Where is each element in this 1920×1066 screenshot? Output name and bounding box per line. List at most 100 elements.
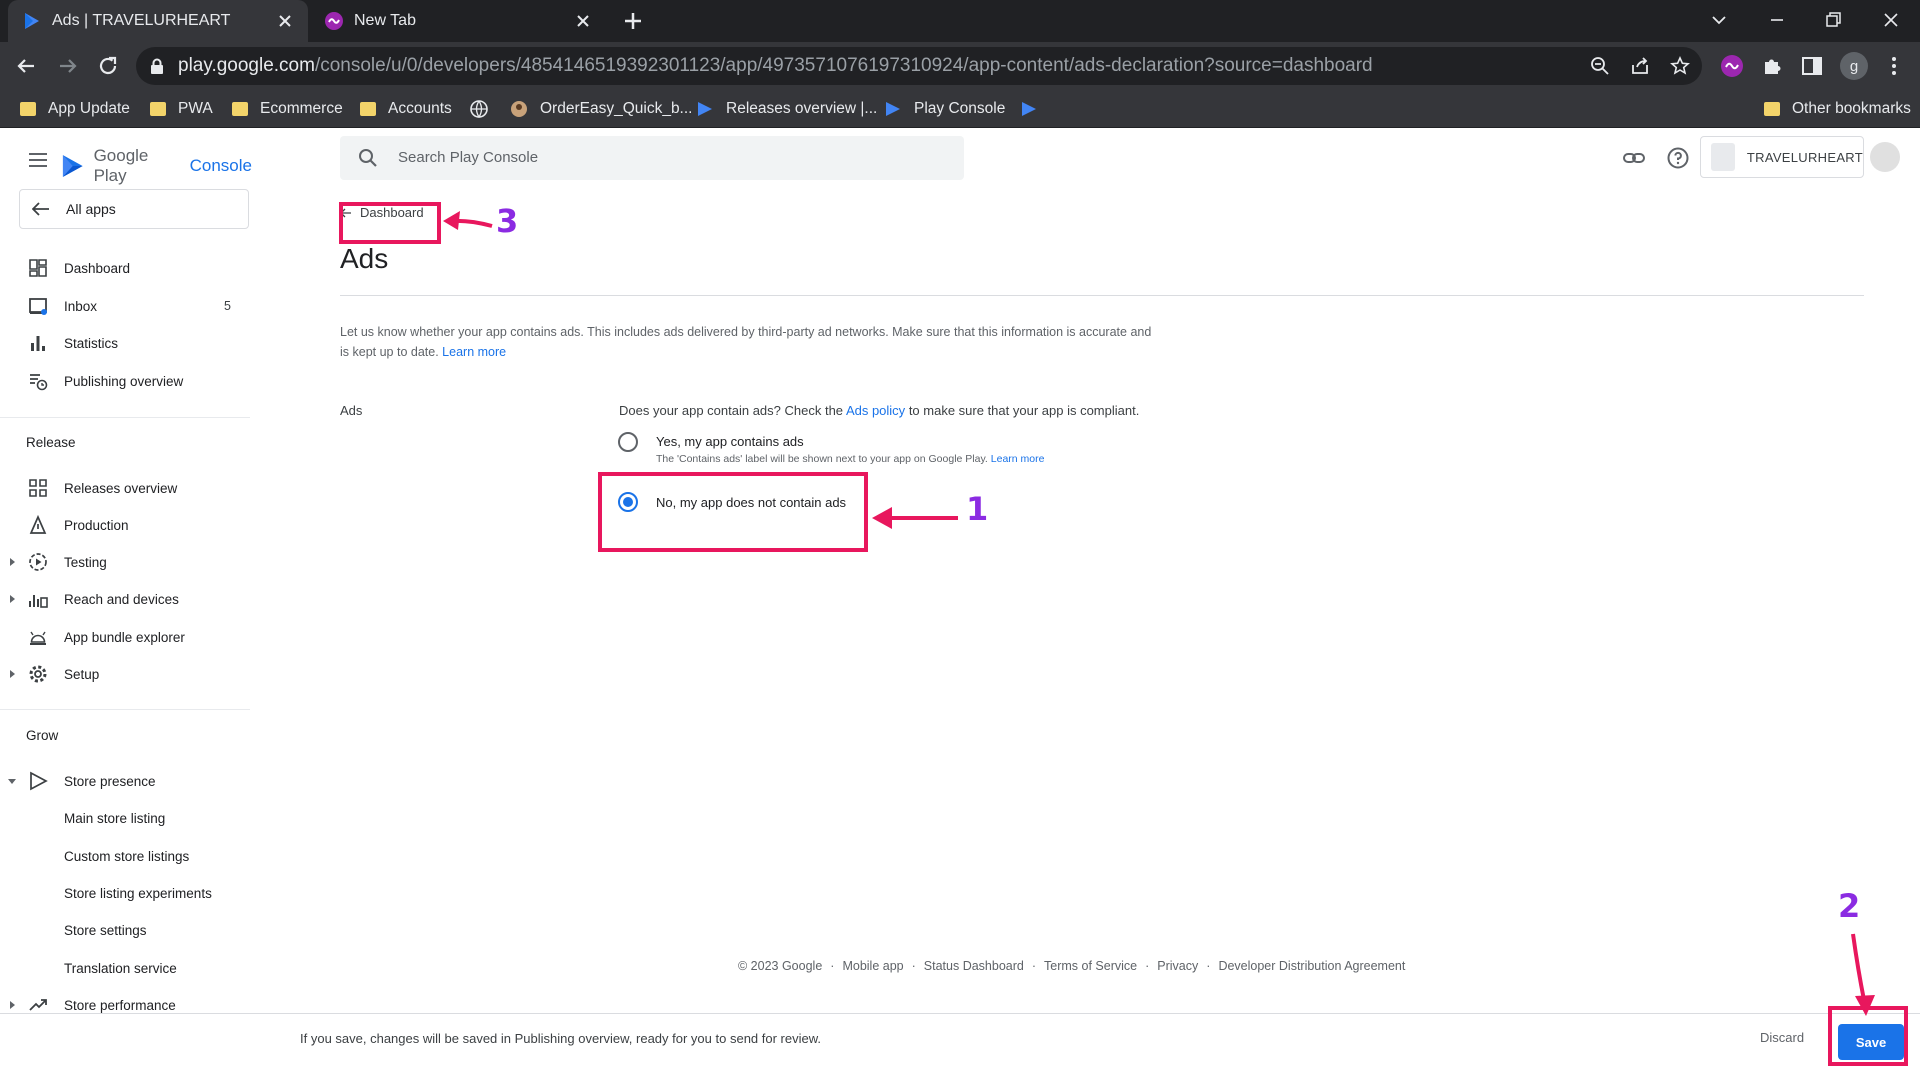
bookmark-releases-overview[interactable]: Releases overview |... xyxy=(696,90,877,128)
bookmark-ecommerce[interactable]: Ecommerce xyxy=(232,90,343,128)
bookmark-globe[interactable] xyxy=(470,90,500,128)
production-icon xyxy=(29,515,47,534)
app-icon xyxy=(1711,143,1735,171)
close-tab-icon[interactable] xyxy=(574,12,592,30)
sidebar-item-app-bundle-explorer[interactable]: App bundle explorer xyxy=(0,619,252,655)
sidebar-item-label: Releases overview xyxy=(64,480,178,496)
sidebar-item-inbox[interactable]: Inbox 5 xyxy=(0,288,252,324)
footer-link-terms[interactable]: Terms of Service xyxy=(1044,959,1137,973)
zoom-icon[interactable] xyxy=(1590,56,1610,76)
sidebar-item-releases-overview[interactable]: Releases overview xyxy=(0,470,252,506)
footer-link-privacy[interactable]: Privacy xyxy=(1157,959,1198,973)
extension-purple-icon[interactable] xyxy=(1720,54,1744,78)
reach-devices-icon xyxy=(29,595,48,608)
footer-separator: · xyxy=(911,959,916,973)
reload-icon[interactable] xyxy=(96,54,120,78)
sidebar-item-label: Main store listing xyxy=(64,810,166,826)
sidebar-item-main-store-listing[interactable]: Main store listing xyxy=(0,800,252,836)
profile-avatar[interactable]: g xyxy=(1840,52,1868,80)
footer-link-status-dashboard[interactable]: Status Dashboard xyxy=(924,959,1024,973)
lock-icon[interactable] xyxy=(150,58,164,74)
sidebar-item-publishing-overview[interactable]: Publishing overview xyxy=(0,363,252,399)
extensions-puzzle-icon[interactable] xyxy=(1760,54,1784,78)
sidebar-item-production[interactable]: Production xyxy=(0,507,252,543)
minimize-icon[interactable] xyxy=(1767,10,1787,30)
annotation-number-1: 1 xyxy=(966,490,989,528)
bookmark-other-bookmarks[interactable]: Other bookmarks xyxy=(1764,90,1911,128)
help-icon[interactable] xyxy=(1666,146,1690,170)
sidebar-item-statistics[interactable]: Statistics xyxy=(0,325,252,361)
app-bundle-icon xyxy=(30,631,46,645)
sidebar-item-store-presence[interactable]: Store presence xyxy=(0,763,252,799)
forward-icon[interactable] xyxy=(56,54,80,78)
sidebar-item-label: Reach and devices xyxy=(64,591,179,607)
footer-link-dda[interactable]: Developer Distribution Agreement xyxy=(1218,959,1405,973)
address-bar[interactable]: play.google.com/console/u/0/developers/4… xyxy=(136,47,1702,85)
bookmark-app-update[interactable]: App Update xyxy=(20,90,130,128)
inbox-icon xyxy=(29,298,47,315)
bookmark-accounts[interactable]: Accounts xyxy=(360,90,452,128)
link-icon[interactable] xyxy=(1622,146,1646,170)
bookmark-play-console[interactable]: Play Console xyxy=(884,90,1005,128)
side-panel-icon[interactable] xyxy=(1800,54,1824,78)
play-console-logo[interactable]: Google Play Console xyxy=(60,146,252,186)
sidebar-item-setup[interactable]: Setup xyxy=(0,656,252,692)
url-text: play.google.com/console/u/0/developers/4… xyxy=(178,55,1373,76)
sidebar-item-reach-and-devices[interactable]: Reach and devices xyxy=(0,581,252,617)
sidebar-item-dashboard[interactable]: Dashboard xyxy=(0,250,252,286)
sidebar-item-custom-store-listings[interactable]: Custom store listings xyxy=(0,838,252,874)
restore-icon[interactable] xyxy=(1823,10,1843,30)
sidebar-item-label: Dashboard xyxy=(64,260,131,276)
bookmark-ordereasy[interactable]: OrderEasy_Quick_b... xyxy=(510,90,692,128)
bookmark-star-icon[interactable] xyxy=(1670,56,1690,76)
close-window-icon[interactable] xyxy=(1881,10,1901,30)
sidebar-item-store-settings[interactable]: Store settings xyxy=(0,912,252,948)
search-input[interactable]: Search Play Console xyxy=(340,136,964,180)
back-icon[interactable] xyxy=(14,54,38,78)
tab-search-chevron-icon[interactable] xyxy=(1709,10,1729,30)
learn-more-link[interactable]: Learn more xyxy=(442,345,506,359)
sidebar-item-label: Store settings xyxy=(64,922,147,938)
radio-contains-ads-help: The 'Contains ads' label will be shown n… xyxy=(656,453,1044,465)
learn-more-link[interactable]: Learn more xyxy=(991,453,1045,465)
play-console-icon xyxy=(698,102,712,116)
bookmark-label: Accounts xyxy=(388,100,452,117)
sidebar-item-label: Production xyxy=(64,517,129,533)
dashboard-icon xyxy=(29,259,47,277)
expand-caret-icon[interactable] xyxy=(7,594,17,604)
hamburger-menu-icon[interactable] xyxy=(26,150,50,170)
radio-contains-ads[interactable] xyxy=(618,432,638,452)
bookmark-pwa[interactable]: PWA xyxy=(150,90,213,128)
footer-link-mobile-app[interactable]: Mobile app xyxy=(842,959,903,973)
footer-copyright: © 2023 Google xyxy=(738,959,823,973)
folder-icon xyxy=(20,102,36,116)
sidebar-item-testing[interactable]: Testing xyxy=(0,544,252,580)
play-console-icon xyxy=(25,13,39,29)
all-apps-button[interactable]: All apps xyxy=(19,189,249,229)
bookmark-label: OrderEasy_Quick_b... xyxy=(540,100,693,117)
bookmark-label: App Update xyxy=(48,100,130,117)
share-icon[interactable] xyxy=(1630,56,1650,76)
browser-tab-inactive[interactable]: New Tab xyxy=(310,0,606,42)
sidebar-item-translation-service[interactable]: Translation service xyxy=(0,950,252,986)
expand-caret-icon[interactable] xyxy=(7,669,17,679)
browser-tab-active[interactable]: Ads | TRAVELURHEART xyxy=(8,0,308,42)
play-logo-icon xyxy=(62,155,83,177)
close-tab-icon[interactable] xyxy=(276,12,294,30)
sidebar-item-label: Store performance xyxy=(64,997,176,1013)
bookmark-play-console-2[interactable] xyxy=(1020,90,1050,128)
developer-account-selector[interactable]: TRAVELURHEART xyxy=(1700,136,1864,178)
chrome-menu-icon[interactable] xyxy=(1882,54,1906,78)
footer-separator: · xyxy=(1031,959,1037,973)
sidebar-item-store-listing-experiments[interactable]: Store listing experiments xyxy=(0,875,252,911)
expand-caret-icon[interactable] xyxy=(7,557,17,567)
collapse-caret-icon[interactable] xyxy=(7,776,17,786)
trending-up-icon xyxy=(29,999,47,1011)
expand-caret-icon[interactable] xyxy=(7,1000,17,1010)
user-avatar[interactable] xyxy=(1870,142,1900,172)
radio-contains-ads-label[interactable]: Yes, my app contains ads xyxy=(656,434,804,449)
annotation-box-1 xyxy=(598,472,868,552)
discard-button[interactable]: Discard xyxy=(1760,1030,1804,1045)
ads-policy-link[interactable]: Ads policy xyxy=(846,403,905,418)
new-tab-icon[interactable] xyxy=(620,8,646,34)
